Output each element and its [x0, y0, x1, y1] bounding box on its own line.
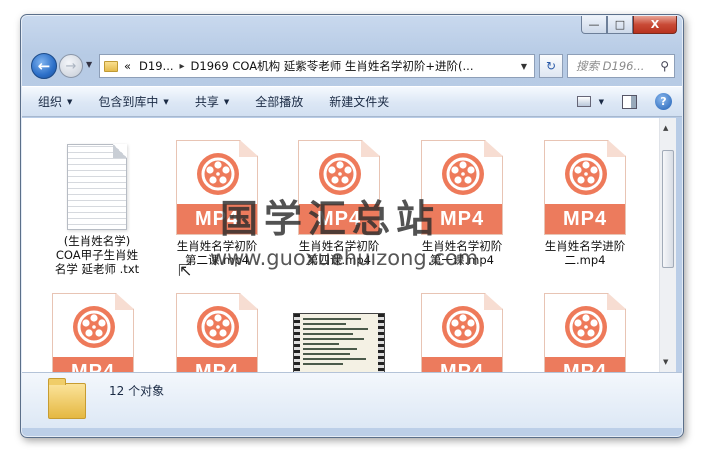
film-reel-glyph: [77, 310, 111, 344]
film-reel-glyph: [201, 157, 235, 191]
film-reel-icon: [442, 153, 484, 195]
film-reel-glyph: [569, 310, 603, 344]
file-item-mp4[interactable]: MP4 生肖姓名学进阶 二.mp4: [530, 140, 640, 267]
organize-label: 组织: [38, 95, 63, 109]
mp4-file-icon: MP4: [176, 293, 258, 372]
file-list: (生肖姓名学) COA甲子生肖姓 名学 延老师 .txt MP4 生肖姓名学初阶…: [22, 118, 659, 372]
mp4-badge: MP4: [53, 357, 133, 372]
file-name: (生肖姓名学) COA甲子生肖姓 名学 延老师 .txt: [54, 234, 140, 276]
video-thumbnail: ▶: [293, 313, 385, 372]
change-view-icon[interactable]: [576, 96, 591, 107]
breadcrumb-item-parent[interactable]: D19...: [139, 59, 173, 73]
file-item-mp4[interactable]: MP4: [530, 293, 640, 372]
file-item-video[interactable]: ▶: [284, 296, 394, 372]
text-file-icon: [67, 144, 127, 230]
mouse-cursor-icon: ⇱: [178, 261, 192, 280]
file-item-txt[interactable]: (生肖姓名学) COA甲子生肖姓 名学 延老师 .txt: [42, 140, 152, 276]
film-reel-icon: [197, 306, 239, 348]
play-all-label: 全部播放: [255, 95, 304, 109]
play-all-button[interactable]: 全部播放: [251, 90, 307, 113]
command-toolbar: 组织 ▼ 包含到库中 ▼ 共享 ▼ 全部播放 新建文件夹 ▼ ?: [22, 86, 682, 117]
share-label: 共享: [194, 95, 219, 109]
include-in-library-menu[interactable]: 包含到库中 ▼: [94, 90, 172, 113]
chevron-down-icon: ▼: [163, 97, 169, 106]
film-reel-icon: [565, 306, 607, 348]
explorer-window: — □ X ← → ▼ « D19... ▸ D1969 COA机构 延紫苓老师…: [20, 14, 684, 438]
watermark-url: www.guoxuehuizong.com: [210, 246, 479, 270]
search-input[interactable]: 搜索 D196... ⚲: [567, 54, 675, 78]
film-strip-left: [294, 314, 300, 372]
watermark-title: 国学汇总站: [220, 197, 441, 241]
scroll-down-icon[interactable]: ▼: [663, 358, 668, 366]
chevron-down-icon: ▼: [223, 97, 230, 106]
mp4-file-icon: MP4: [544, 293, 626, 372]
mp4-badge: MP4: [422, 357, 502, 372]
address-dropdown-icon[interactable]: ▼: [514, 62, 534, 71]
film-reel-glyph: [446, 310, 480, 344]
item-count: 12 个对象: [109, 384, 165, 398]
folder-icon: [104, 60, 118, 72]
video-frame: [300, 314, 378, 372]
film-reel-glyph: [201, 310, 235, 344]
forward-button[interactable]: →: [59, 54, 83, 78]
breadcrumb-separator-icon[interactable]: ▸: [180, 61, 185, 72]
folder-icon: [48, 378, 86, 419]
include-in-library-label: 包含到库中: [98, 95, 159, 109]
film-reel-glyph: [569, 157, 603, 191]
organize-menu[interactable]: 组织 ▼: [34, 90, 76, 113]
navigation-bar: ← → ▼ « D19... ▸ D1969 COA机构 延紫苓老师 生肖姓名学…: [29, 51, 675, 81]
help-icon[interactable]: ?: [655, 93, 672, 110]
scrollbar-thumb[interactable]: [662, 150, 674, 268]
search-icon[interactable]: ⚲: [660, 59, 669, 73]
share-menu[interactable]: 共享 ▼: [191, 90, 233, 113]
caption-buttons: — □ X: [581, 16, 677, 34]
new-folder-label: 新建文件夹: [329, 95, 390, 109]
search-placeholder: 搜索 D196...: [576, 59, 645, 73]
maximize-button[interactable]: □: [607, 16, 633, 34]
chevron-down-icon: ▼: [67, 97, 73, 106]
preview-pane-icon[interactable]: [622, 94, 637, 109]
mp4-file-icon: MP4: [421, 293, 503, 372]
minimize-button[interactable]: —: [581, 16, 607, 34]
recent-pages-dropdown[interactable]: ▼: [86, 60, 92, 69]
close-button[interactable]: X: [633, 16, 677, 34]
vertical-scrollbar[interactable]: ▲ ▼: [659, 118, 676, 372]
film-reel-icon: [73, 306, 115, 348]
breadcrumb-item-current[interactable]: D1969 COA机构 延紫苓老师 生肖姓名学初阶+进阶(...: [191, 58, 474, 74]
scroll-up-icon[interactable]: ▲: [663, 124, 668, 132]
mp4-badge: MP4: [545, 204, 625, 234]
film-reel-glyph: [446, 157, 480, 191]
mp4-badge: MP4: [177, 357, 257, 372]
file-item-mp4[interactable]: MP4: [38, 293, 148, 372]
film-strip-right: [378, 314, 384, 372]
file-item-mp4[interactable]: MP4: [407, 293, 517, 372]
back-button[interactable]: ←: [31, 53, 57, 79]
file-item-mp4[interactable]: MP4: [162, 293, 272, 372]
file-name: 生肖姓名学进阶 二.mp4: [544, 239, 626, 267]
mp4-file-icon: MP4: [544, 140, 626, 235]
film-reel-glyph: [323, 157, 357, 191]
new-folder-button[interactable]: 新建文件夹: [325, 90, 393, 113]
toolbar-right-group: ▼ ?: [576, 93, 672, 110]
details-pane: 12 个对象: [22, 372, 682, 428]
address-overflow-chevron[interactable]: «: [124, 59, 131, 73]
refresh-button[interactable]: ↻: [539, 54, 563, 78]
view-options-chevron-icon[interactable]: ▼: [599, 98, 604, 106]
address-bar[interactable]: « D19... ▸ D1969 COA机构 延紫苓老师 生肖姓名学初阶+进阶(…: [99, 54, 535, 78]
mp4-file-icon: MP4: [52, 293, 134, 372]
film-reel-icon: [565, 153, 607, 195]
mp4-badge: MP4: [545, 357, 625, 372]
film-reel-icon: [442, 306, 484, 348]
